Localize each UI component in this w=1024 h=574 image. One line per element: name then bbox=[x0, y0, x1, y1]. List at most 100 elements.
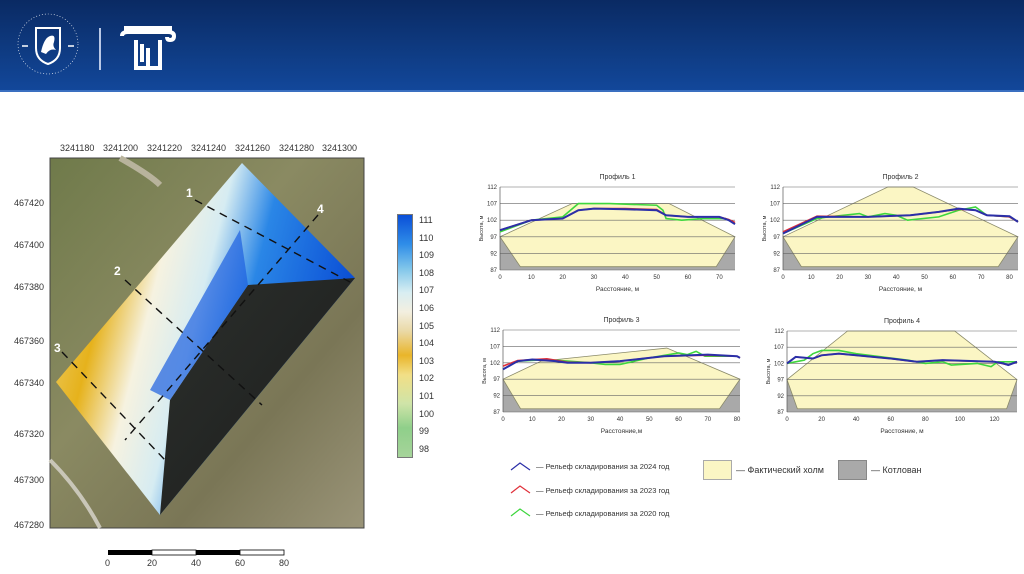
x-tick-label: 30 bbox=[865, 275, 872, 281]
y-tick-label: 112 bbox=[487, 185, 497, 191]
colorbar-tick: 99 bbox=[419, 426, 430, 437]
x-tick-label: 100 bbox=[955, 417, 966, 423]
legend-2023-label: — Рельеф складирования за 2023 год bbox=[536, 486, 670, 495]
map-x-tick: 3241300 bbox=[322, 143, 358, 153]
x-tick-label: 70 bbox=[978, 275, 985, 281]
legend-2020-icon bbox=[510, 508, 531, 517]
colorbar-tick: 108 bbox=[419, 267, 435, 278]
y-tick-label: 92 bbox=[777, 394, 784, 400]
map-x-tick: 3241280 bbox=[279, 143, 315, 153]
x-tick-label: 80 bbox=[1006, 275, 1013, 281]
x-tick-label: 40 bbox=[622, 275, 629, 281]
x-tick-label: 50 bbox=[921, 275, 928, 281]
x-axis-label: Расстояние, м bbox=[880, 428, 924, 435]
colorbar-tick: 103 bbox=[419, 355, 435, 366]
chart-title: Профиль 4 bbox=[884, 318, 920, 325]
y-tick-label: 87 bbox=[493, 410, 500, 416]
elevation-colorbar bbox=[397, 214, 413, 458]
profile-chart-1: 87 92 97 102 107 112 0 10 20 30 40 50 60 70 Профиль 1 Р… bbox=[479, 174, 736, 293]
map-y-tick: 467380 bbox=[14, 282, 45, 292]
y-tick-label: 92 bbox=[773, 251, 780, 257]
y-tick-label: 102 bbox=[487, 218, 498, 224]
x-tick-label: 60 bbox=[887, 417, 894, 423]
map-y-tick: 467400 bbox=[14, 240, 45, 250]
map-y-tick: 467280 bbox=[14, 520, 45, 530]
legend-2020-label: — Рельеф складирования за 2020 год bbox=[536, 509, 670, 518]
colorbar-tick: 104 bbox=[419, 338, 435, 349]
colorbar-tick: 109 bbox=[419, 250, 435, 261]
map-y-tick: 467360 bbox=[14, 336, 45, 346]
hill-area bbox=[499, 203, 736, 268]
y-axis-label: Высота, м bbox=[479, 215, 485, 241]
y-axis-label: Высота, м bbox=[482, 358, 488, 384]
y-tick-label: 112 bbox=[770, 185, 780, 191]
y-tick-label: 102 bbox=[774, 361, 785, 367]
x-tick-label: 70 bbox=[716, 275, 723, 281]
colorbar-tick: 110 bbox=[419, 232, 434, 243]
y-tick-label: 107 bbox=[490, 344, 501, 350]
legend-2023-text: Рельеф складирования за 2023 год bbox=[545, 486, 670, 495]
y-tick-label: 92 bbox=[493, 394, 500, 400]
scale-label: 60 bbox=[235, 558, 246, 568]
scale-bar bbox=[108, 549, 285, 556]
x-tick-label: 80 bbox=[734, 417, 741, 423]
map-y-tick: 467420 bbox=[14, 198, 45, 208]
y-tick-label: 97 bbox=[493, 377, 500, 383]
profile-chart-3: 87 92 97 102 107 112 0 10 20 30 40 50 60 70 80 Профиль … bbox=[482, 317, 741, 435]
scale-label: 80 bbox=[279, 558, 290, 568]
legend-hill-label: — Фактический холм bbox=[736, 465, 824, 475]
x-tick-label: 80 bbox=[922, 417, 929, 423]
x-tick-label: 30 bbox=[587, 417, 594, 423]
x-tick-label: 20 bbox=[836, 275, 843, 281]
legend-hill-swatch bbox=[703, 460, 732, 480]
legend-2023-icon bbox=[510, 485, 531, 494]
colorbar-tick: 105 bbox=[419, 320, 435, 331]
scale-label: 40 bbox=[191, 558, 202, 568]
y-tick-label: 87 bbox=[490, 268, 497, 274]
y-tick-label: 107 bbox=[774, 345, 785, 351]
legend-2020-text: Рельеф складирования за 2020 год bbox=[545, 509, 670, 518]
scale-label: 0 bbox=[105, 558, 111, 568]
x-tick-label: 0 bbox=[501, 417, 505, 423]
x-tick-label: 0 bbox=[785, 417, 789, 423]
scale-label: 20 bbox=[147, 558, 158, 568]
legend-line-icons bbox=[510, 462, 531, 517]
y-tick-label: 92 bbox=[490, 251, 497, 257]
legend-pit-swatch bbox=[838, 460, 867, 480]
legend-pit-text: Котлован bbox=[882, 465, 922, 475]
x-tick-label: 60 bbox=[950, 275, 957, 281]
y-axis-label: Высота, м bbox=[766, 358, 772, 384]
colorbar-tick: 102 bbox=[419, 373, 435, 384]
colorbar-tick: 111 bbox=[419, 215, 433, 225]
colorbar-tick: 106 bbox=[419, 303, 435, 313]
map-y-tick: 467300 bbox=[14, 475, 45, 485]
profile-label-1: 1 bbox=[186, 186, 193, 200]
map-x-tick: 3241180 bbox=[60, 143, 95, 153]
x-tick-label: 0 bbox=[498, 275, 502, 281]
y-tick-label: 97 bbox=[490, 235, 497, 241]
colorbar-tick: 100 bbox=[419, 408, 435, 419]
colorbar-tick: 101 bbox=[419, 391, 435, 401]
x-tick-label: 70 bbox=[704, 417, 711, 423]
y-tick-label: 87 bbox=[777, 410, 784, 416]
x-tick-label: 20 bbox=[818, 417, 825, 423]
x-tick-label: 20 bbox=[559, 275, 566, 281]
profile-chart-2: 87 92 97 102 107 112 0 10 20 30 40 50 60 70 80 Профиль … bbox=[762, 174, 1019, 293]
x-tick-label: 60 bbox=[685, 275, 692, 281]
x-tick-label: 120 bbox=[990, 417, 1001, 423]
legend-2024-icon bbox=[510, 462, 531, 471]
chart-title: Профиль 2 bbox=[882, 174, 918, 181]
x-tick-label: 20 bbox=[558, 417, 565, 423]
x-tick-label: 30 bbox=[591, 275, 598, 281]
x-tick-label: 40 bbox=[893, 275, 900, 281]
y-axis-label: Высота, м bbox=[762, 215, 768, 241]
x-tick-label: 50 bbox=[653, 275, 660, 281]
x-tick-label: 10 bbox=[529, 417, 536, 423]
map-x-tick: 3241260 bbox=[235, 143, 271, 153]
y-tick-label: 102 bbox=[490, 361, 501, 367]
hill-area bbox=[786, 330, 1018, 410]
y-tick-label: 87 bbox=[773, 268, 780, 274]
x-axis-label: Расстояние, м bbox=[596, 286, 640, 293]
legend-2024-text: Рельеф складирования за 2024 год bbox=[545, 462, 670, 471]
y-tick-label: 97 bbox=[777, 378, 784, 384]
